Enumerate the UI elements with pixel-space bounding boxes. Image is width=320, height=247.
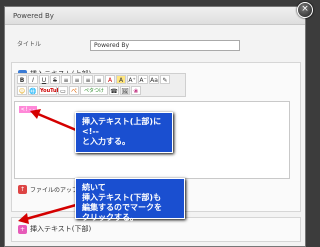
instruction-callout-2: 続いて 挿入テキスト(下部)も 編集するのでマークを クリックする。 bbox=[75, 178, 185, 222]
close-button[interactable]: × bbox=[297, 2, 313, 18]
italic-button[interactable]: I bbox=[28, 75, 38, 84]
strike-button[interactable]: S bbox=[50, 75, 60, 84]
image-icon[interactable]: 🖼 bbox=[120, 86, 130, 95]
flower-icon[interactable]: ❀ bbox=[131, 86, 141, 95]
title-label: タイトル bbox=[17, 41, 42, 48]
pencil-icon[interactable]: ✎ bbox=[160, 75, 170, 84]
list-icon[interactable]: ≡ bbox=[94, 75, 104, 84]
overlay-right bbox=[306, 0, 320, 247]
font-style-button[interactable]: Aa bbox=[149, 75, 159, 84]
bold-button[interactable]: B bbox=[17, 75, 27, 84]
title-input[interactable] bbox=[90, 40, 240, 51]
editor-content: <!-- bbox=[19, 106, 38, 113]
toolbar-row-1: B I U S ≡ ≡ ≡ ≡ A A A⁺ A⁻ Aa ✎ bbox=[15, 74, 185, 85]
callout-2-text: 続いて 挿入テキスト(下部)も 編集するのでマークを クリックする。 bbox=[82, 183, 162, 222]
emoji-icon[interactable]: ☺ bbox=[17, 86, 27, 95]
bottom-section-header[interactable]: + 挿入テキスト(下部) bbox=[18, 224, 91, 234]
align-right-icon[interactable]: ≡ bbox=[83, 75, 93, 84]
expand-icon[interactable]: + bbox=[18, 224, 27, 234]
editor-toolbar: B I U S ≡ ≡ ≡ ≡ A A A⁺ A⁻ Aa ✎ ☺ 🌐 YouTu… bbox=[14, 73, 186, 97]
align-center-icon[interactable]: ≡ bbox=[72, 75, 82, 84]
youtube-button[interactable]: YouTube bbox=[39, 86, 64, 95]
embed-icon[interactable]: ▭ bbox=[58, 86, 68, 95]
callout-1-text: 挿入テキスト(上部)に <!-- と入力する。 bbox=[82, 117, 162, 146]
pe-icon[interactable]: ぺ bbox=[69, 86, 79, 95]
upload-icon: ↑ bbox=[18, 185, 27, 194]
bottom-section-title: 挿入テキスト(下部) bbox=[30, 225, 92, 233]
font-smaller-button[interactable]: A⁻ bbox=[138, 75, 148, 84]
align-left-icon[interactable]: ≡ bbox=[61, 75, 71, 84]
text-color-button[interactable]: A bbox=[105, 75, 115, 84]
phone-icon[interactable]: ☎ bbox=[109, 86, 119, 95]
dialog-title: Powered By bbox=[5, 7, 305, 25]
font-larger-button[interactable]: A⁺ bbox=[127, 75, 137, 84]
underline-button[interactable]: U bbox=[39, 75, 49, 84]
globe-icon[interactable]: 🌐 bbox=[28, 86, 38, 95]
petatsuke-button[interactable]: ペタつけ bbox=[80, 86, 108, 95]
instruction-callout-1: 挿入テキスト(上部)に <!-- と入力する。 bbox=[75, 112, 173, 153]
toolbar-row-2: ☺ 🌐 YouTube ▭ ぺ ペタつけ ☎ 🖼 ❀ bbox=[15, 85, 185, 96]
bg-color-button[interactable]: A bbox=[116, 75, 126, 84]
